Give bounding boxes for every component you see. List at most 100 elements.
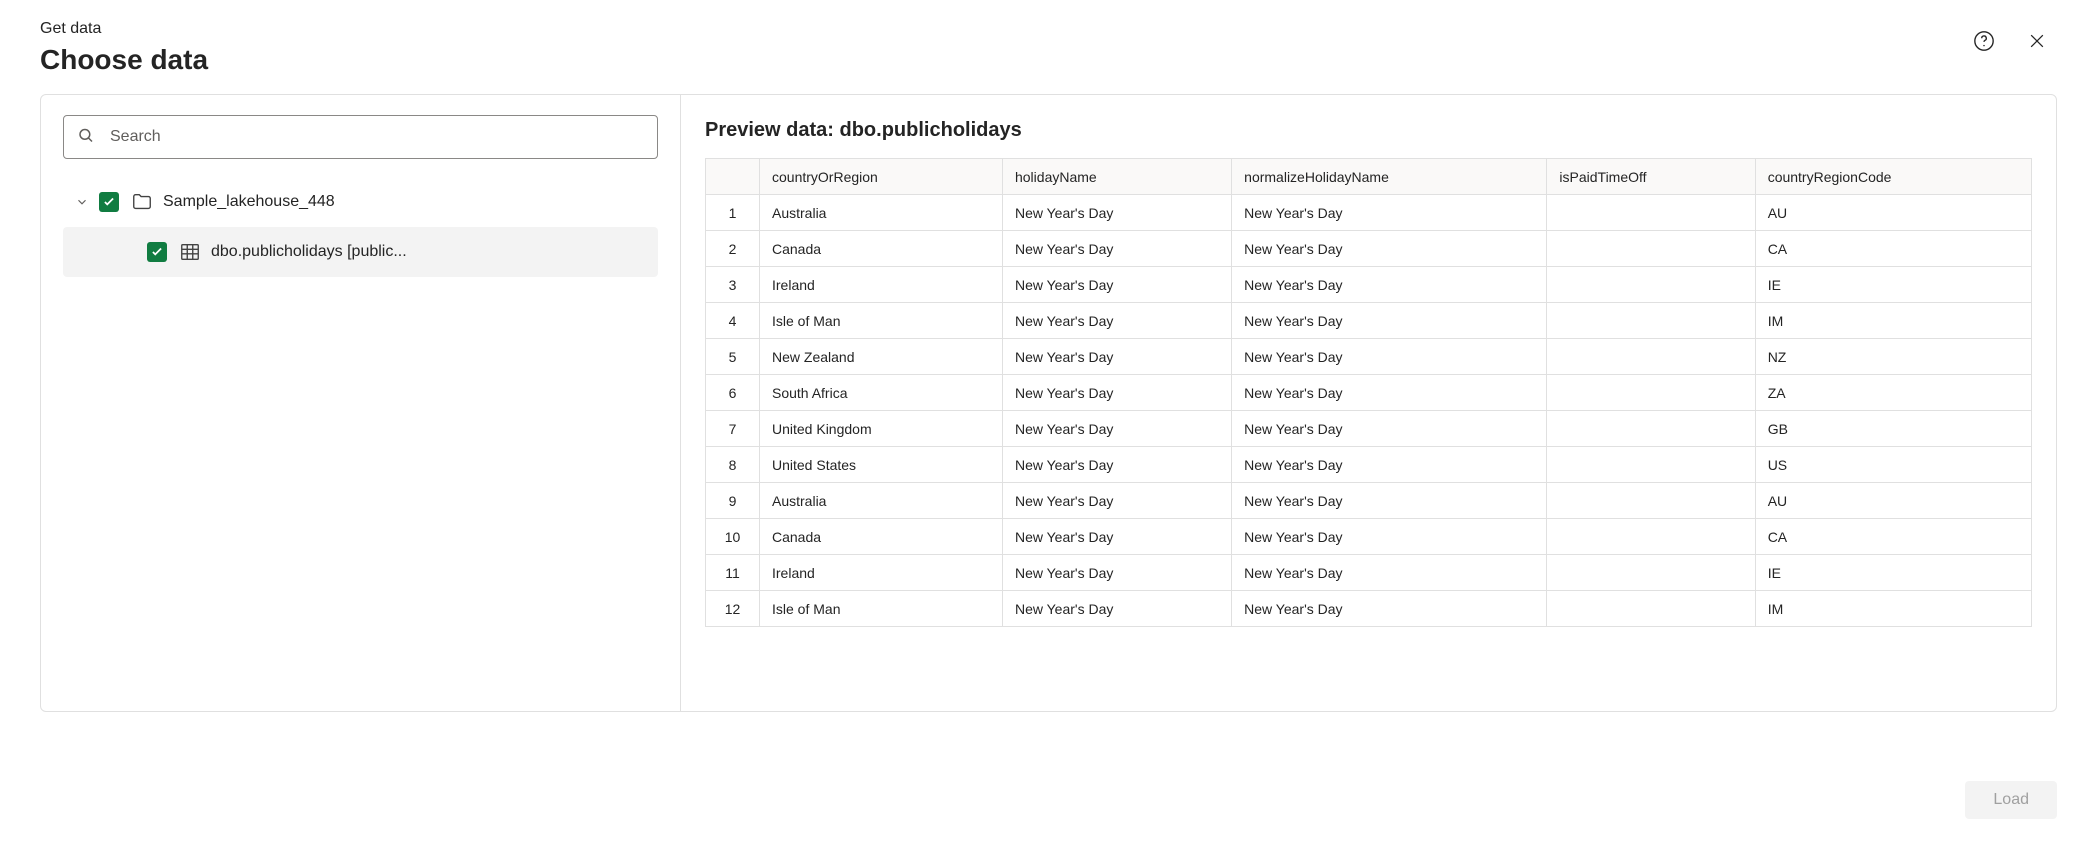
table-row[interactable]: 1AustraliaNew Year's DayNew Year's DayAU [706,195,2032,231]
object-tree: Sample_lakehouse_448 dbo.publi [63,177,658,277]
load-button[interactable]: Load [1965,781,2057,819]
table-row[interactable]: 10CanadaNew Year's DayNew Year's DayCA [706,519,2032,555]
cell-normalizeHolidayName: New Year's Day [1232,447,1547,483]
close-button[interactable] [2027,31,2047,51]
cell-countryOrRegion: Isle of Man [760,591,1003,627]
table-row[interactable]: 5New ZealandNew Year's DayNew Year's Day… [706,339,2032,375]
row-number: 2 [706,231,760,267]
navigator-pane: Sample_lakehouse_448 dbo.publi [41,95,681,711]
row-number: 12 [706,591,760,627]
cell-normalizeHolidayName: New Year's Day [1232,483,1547,519]
table-row[interactable]: 4Isle of ManNew Year's DayNew Year's Day… [706,303,2032,339]
col-header[interactable]: isPaidTimeOff [1547,159,1755,195]
title-block: Get data Choose data [40,20,1973,94]
row-number-header [706,159,760,195]
row-number: 10 [706,519,760,555]
table-row[interactable]: 9AustraliaNew Year's DayNew Year's DayAU [706,483,2032,519]
col-header[interactable]: normalizeHolidayName [1232,159,1547,195]
cell-normalizeHolidayName: New Year's Day [1232,591,1547,627]
search-input[interactable] [63,115,658,159]
cell-holidayName: New Year's Day [1002,447,1231,483]
folder-icon [131,191,153,213]
cell-isPaidTimeOff [1547,375,1755,411]
cell-countryRegionCode: US [1755,447,2031,483]
cell-isPaidTimeOff [1547,555,1755,591]
table-row[interactable]: 11IrelandNew Year's DayNew Year's DayIE [706,555,2032,591]
cell-countryOrRegion: Canada [760,231,1003,267]
help-icon [1973,30,1995,52]
cell-normalizeHolidayName: New Year's Day [1232,267,1547,303]
cell-countryRegionCode: ZA [1755,375,2031,411]
cell-holidayName: New Year's Day [1002,591,1231,627]
dialog-footer: Load [1965,781,2057,819]
cell-countryRegionCode: CA [1755,519,2031,555]
cell-countryRegionCode: IM [1755,591,2031,627]
cell-isPaidTimeOff [1547,303,1755,339]
col-header[interactable]: countryRegionCode [1755,159,2031,195]
row-number: 8 [706,447,760,483]
row-number: 3 [706,267,760,303]
cell-isPaidTimeOff [1547,195,1755,231]
row-number: 9 [706,483,760,519]
cell-countryRegionCode: AU [1755,483,2031,519]
tree-node-table[interactable]: dbo.publicholidays [public... [63,227,658,277]
cell-countryOrRegion: New Zealand [760,339,1003,375]
cell-isPaidTimeOff [1547,591,1755,627]
cell-holidayName: New Year's Day [1002,483,1231,519]
cell-countryOrRegion: United States [760,447,1003,483]
cell-isPaidTimeOff [1547,483,1755,519]
table-row[interactable]: 8United StatesNew Year's DayNew Year's D… [706,447,2032,483]
cell-normalizeHolidayName: New Year's Day [1232,339,1547,375]
cell-countryOrRegion: South Africa [760,375,1003,411]
table-header-row: countryOrRegion holidayName normalizeHol… [706,159,2032,195]
cell-holidayName: New Year's Day [1002,411,1231,447]
page-title: Choose data [40,44,1973,76]
header-actions [1973,20,2057,52]
main-panel: Sample_lakehouse_448 dbo.publi [40,94,2057,712]
row-number: 7 [706,411,760,447]
table-row[interactable]: 7United KingdomNew Year's DayNew Year's … [706,411,2032,447]
cell-isPaidTimeOff [1547,267,1755,303]
row-number: 1 [706,195,760,231]
tree-node-root-label: Sample_lakehouse_448 [163,193,335,211]
table-row[interactable]: 2CanadaNew Year's DayNew Year's DayCA [706,231,2032,267]
cell-countryRegionCode: AU [1755,195,2031,231]
cell-countryRegionCode: IM [1755,303,2031,339]
cell-normalizeHolidayName: New Year's Day [1232,519,1547,555]
cell-holidayName: New Year's Day [1002,267,1231,303]
table-row[interactable]: 3IrelandNew Year's DayNew Year's DayIE [706,267,2032,303]
cell-isPaidTimeOff [1547,519,1755,555]
chevron-down-icon[interactable] [71,195,93,209]
col-header[interactable]: countryOrRegion [760,159,1003,195]
table-row[interactable]: 6South AfricaNew Year's DayNew Year's Da… [706,375,2032,411]
cell-normalizeHolidayName: New Year's Day [1232,411,1547,447]
cell-holidayName: New Year's Day [1002,375,1231,411]
table-icon [179,241,201,263]
cell-isPaidTimeOff [1547,447,1755,483]
checkbox-root[interactable] [99,192,119,212]
cell-countryOrRegion: Isle of Man [760,303,1003,339]
cell-countryOrRegion: Australia [760,195,1003,231]
cell-countryRegionCode: GB [1755,411,2031,447]
cell-countryOrRegion: Ireland [760,555,1003,591]
search-icon [77,127,95,148]
cell-countryRegionCode: CA [1755,231,2031,267]
close-icon [2027,31,2047,51]
cell-normalizeHolidayName: New Year's Day [1232,303,1547,339]
cell-countryRegionCode: NZ [1755,339,2031,375]
cell-holidayName: New Year's Day [1002,555,1231,591]
search-wrap [63,115,658,159]
breadcrumb: Get data [40,20,1973,38]
cell-normalizeHolidayName: New Year's Day [1232,195,1547,231]
cell-normalizeHolidayName: New Year's Day [1232,231,1547,267]
cell-isPaidTimeOff [1547,231,1755,267]
col-header[interactable]: holidayName [1002,159,1231,195]
cell-countryOrRegion: United Kingdom [760,411,1003,447]
table-row[interactable]: 12Isle of ManNew Year's DayNew Year's Da… [706,591,2032,627]
help-button[interactable] [1973,30,1995,52]
preview-table: countryOrRegion holidayName normalizeHol… [705,158,2032,627]
tree-node-root[interactable]: Sample_lakehouse_448 [63,177,658,227]
preview-title: Preview data: dbo.publicholidays [705,119,2032,142]
row-number: 11 [706,555,760,591]
checkbox-table[interactable] [147,242,167,262]
